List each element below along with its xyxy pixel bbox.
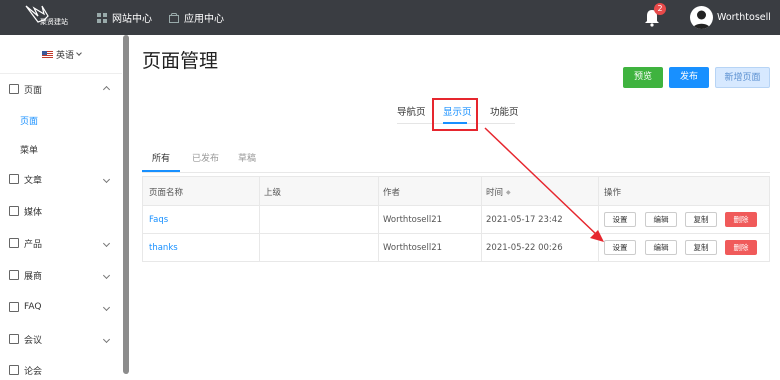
nav-label: 网站中心 (112, 14, 152, 25)
product-icon (9, 238, 19, 248)
new-page-button[interactable]: 新增页面 (715, 67, 770, 88)
tab-drafts[interactable]: 草稿 (238, 151, 256, 164)
nav-app-center[interactable]: 应用中心 (169, 10, 224, 25)
meeting-icon (9, 334, 19, 344)
grid-icon (97, 12, 107, 23)
chevron-down-icon (102, 175, 111, 183)
sidebar-item-label: FAQ (24, 302, 42, 312)
table-header: 页面名称 上级 作者 时间 ◆ 操作 (143, 177, 769, 206)
sidebar-item-faq[interactable]: FAQ (0, 297, 122, 317)
edit-button[interactable]: 编辑 (645, 212, 677, 227)
exhibitor-icon (9, 270, 19, 280)
sidebar-item-label: 媒体 (24, 207, 43, 218)
user-avatar-icon (693, 10, 710, 29)
page-icon (9, 84, 19, 94)
page-name-link[interactable]: Faqs (149, 215, 168, 225)
column-header-name: 页面名称 (149, 188, 184, 198)
copy-button[interactable]: 复制 (685, 212, 717, 227)
sidebar-item-forum[interactable]: 论会 (0, 360, 122, 380)
highlight-box (432, 98, 478, 131)
faq-icon (9, 302, 19, 312)
chevron-down-icon (102, 271, 111, 279)
tab-divider (142, 172, 770, 173)
settings-button[interactable]: 设置 (604, 240, 636, 255)
copy-button[interactable]: 复制 (685, 240, 717, 255)
chevron-down-icon (102, 335, 111, 343)
column-header-time[interactable]: 时间 ◆ (486, 186, 511, 198)
sidebar-item-label: 页面 (24, 85, 43, 96)
logo[interactable]: 聚贤建站 (24, 4, 68, 32)
nav-label: 应用中心 (184, 14, 224, 25)
page-title: 页面管理 (142, 50, 219, 72)
article-icon (9, 174, 19, 184)
sidebar-item-articles[interactable]: 文章 (0, 169, 122, 189)
sidebar-item-exhibitors[interactable]: 展商 (0, 265, 122, 285)
table-row: Faqs Worthtosell21 2021-05-17 23:42 设置 编… (143, 206, 769, 234)
settings-button[interactable]: 设置 (604, 212, 636, 227)
sidebar-scrollbar[interactable] (123, 35, 129, 374)
tab-navigation-pages[interactable]: 导航页 (397, 104, 426, 118)
time-cell: 2021-05-22 00:26 (486, 243, 563, 253)
delete-button[interactable]: 删除 (725, 212, 757, 227)
active-tab-indicator (142, 170, 180, 172)
pages-table: 页面名称 上级 作者 时间 ◆ 操作 Faqs Worthtosell21 202… (142, 176, 770, 262)
column-header-actions: 操作 (604, 188, 622, 198)
sidebar: 英语 页面 页面 菜单 文章 媒体 产品 展商 FAQ 会议 论会 (0, 35, 128, 377)
edit-button[interactable]: 编辑 (645, 240, 677, 255)
notification-badge: 2 (654, 3, 666, 15)
tab-published[interactable]: 已发布 (192, 151, 219, 164)
page-name-link[interactable]: thanks (149, 243, 178, 253)
divider (0, 73, 122, 74)
sidebar-item-label: 论会 (24, 366, 43, 377)
chevron-down-icon (76, 50, 82, 56)
top-bar: 聚贤建站 网站中心 应用中心 2 Worthtosell (0, 0, 780, 35)
chevron-up-icon (102, 85, 111, 93)
sidebar-item-products[interactable]: 产品 (0, 233, 122, 253)
column-header-author: 作者 (383, 188, 401, 198)
sidebar-item-label: 展商 (24, 271, 43, 282)
language-selector[interactable]: 英语 (42, 48, 82, 61)
sidebar-item-pages[interactable]: 页面 (0, 79, 122, 99)
sidebar-item-label: 文章 (24, 175, 43, 186)
language-label: 英语 (56, 51, 75, 61)
tab-function-pages[interactable]: 功能页 (490, 104, 519, 118)
author-cell: Worthtosell21 (383, 243, 443, 253)
sidebar-item-meetings[interactable]: 会议 (0, 329, 122, 349)
chevron-down-icon (102, 303, 111, 311)
column-header-label: 时间 (486, 188, 504, 198)
time-cell: 2021-05-17 23:42 (486, 215, 563, 225)
logo-text: 聚贤建站 (40, 18, 68, 26)
nav-website-center[interactable]: 网站中心 (97, 10, 152, 25)
sidebar-item-label: 会议 (24, 335, 43, 346)
media-icon (9, 206, 19, 216)
username[interactable]: Worthtosell (717, 12, 771, 23)
preview-button[interactable]: 预览 (623, 67, 663, 88)
sidebar-subitem-pages[interactable]: 页面 (20, 114, 38, 127)
sort-icon[interactable]: ◆ (506, 189, 511, 196)
delete-button[interactable]: 删除 (725, 240, 757, 255)
sidebar-item-label: 产品 (24, 239, 43, 250)
column-header-parent: 上级 (264, 188, 282, 198)
table-row: thanks Worthtosell21 2021-05-22 00:26 设置… (143, 234, 769, 262)
publish-button[interactable]: 发布 (669, 67, 709, 88)
sidebar-subitem-menu[interactable]: 菜单 (20, 143, 38, 156)
avatar[interactable] (690, 6, 713, 29)
tab-all[interactable]: 所有 (152, 151, 170, 164)
author-cell: Worthtosell21 (383, 215, 443, 225)
box-icon (169, 12, 179, 23)
us-flag-icon (42, 51, 53, 58)
chevron-down-icon (102, 239, 111, 247)
sidebar-item-media[interactable]: 媒体 (0, 201, 122, 221)
